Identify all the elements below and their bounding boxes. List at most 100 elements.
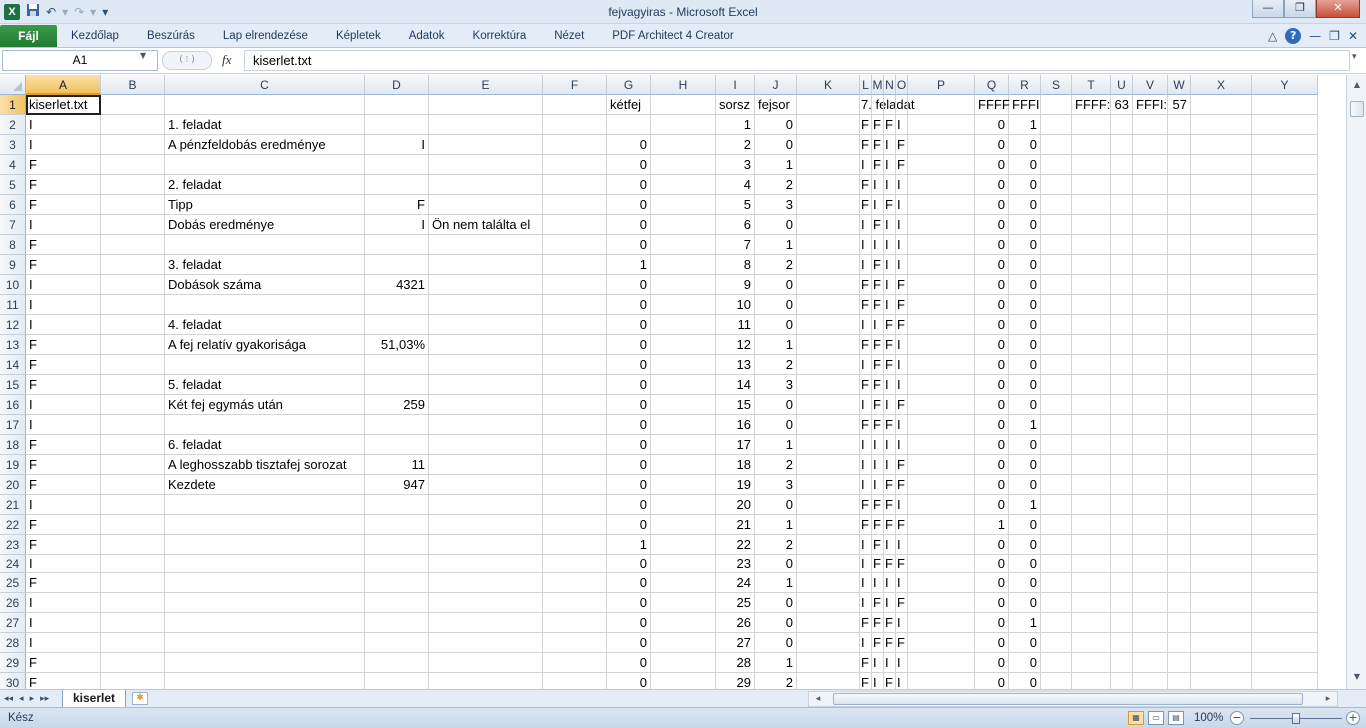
cell-j1[interactable]: fejsor — [755, 95, 797, 115]
cell-b24[interactable] — [101, 555, 165, 573]
cell-n19[interactable]: I — [884, 455, 896, 475]
cell-s10[interactable] — [1041, 275, 1072, 295]
cell-d28[interactable] — [365, 633, 429, 653]
cell-j15[interactable]: 3 — [755, 375, 797, 395]
cell-t29[interactable] — [1072, 653, 1111, 673]
cell-a5[interactable]: F — [26, 175, 101, 195]
cell-h23[interactable] — [651, 535, 716, 555]
cell-p3[interactable] — [908, 135, 975, 155]
cell-g17[interactable]: 0 — [607, 415, 651, 435]
cell-b12[interactable] — [101, 315, 165, 335]
zoom-out-icon[interactable]: − — [1230, 711, 1244, 725]
cell-r6[interactable]: 0 — [1009, 195, 1041, 215]
cell-h27[interactable] — [651, 613, 716, 633]
cell-i3[interactable]: 2 — [716, 135, 755, 155]
cell-m18[interactable]: I — [872, 435, 884, 455]
row-header[interactable]: 4 — [0, 155, 26, 175]
cell-f23[interactable] — [543, 535, 607, 555]
cell-j19[interactable]: 2 — [755, 455, 797, 475]
cell-i27[interactable]: 26 — [716, 613, 755, 633]
cell-w20[interactable] — [1168, 475, 1191, 495]
cell-b6[interactable] — [101, 195, 165, 215]
cell-w24[interactable] — [1168, 555, 1191, 573]
cell-r5[interactable]: 0 — [1009, 175, 1041, 195]
cell-g30[interactable]: 0 — [607, 673, 651, 689]
cell-r24[interactable]: 0 — [1009, 555, 1041, 573]
cell-l3[interactable]: F — [860, 135, 872, 155]
cell-p21[interactable] — [908, 495, 975, 515]
redo-dropdown-icon[interactable]: ▾ — [90, 3, 96, 21]
cell-w11[interactable] — [1168, 295, 1191, 315]
cell-g8[interactable]: 0 — [607, 235, 651, 255]
cell-m6[interactable]: I — [872, 195, 884, 215]
cell-j12[interactable]: 0 — [755, 315, 797, 335]
cell-q5[interactable]: 0 — [975, 175, 1009, 195]
row-header[interactable]: 29 — [0, 653, 26, 673]
cell-w6[interactable] — [1168, 195, 1191, 215]
cell-u30[interactable] — [1111, 673, 1133, 689]
cell-p23[interactable] — [908, 535, 975, 555]
cell-l16[interactable]: I — [860, 395, 872, 415]
cell-o4[interactable]: F — [896, 155, 908, 175]
cell-a7[interactable]: I — [26, 215, 101, 235]
cell-l21[interactable]: F — [860, 495, 872, 515]
cell-n23[interactable]: I — [884, 535, 896, 555]
cell-j17[interactable]: 0 — [755, 415, 797, 435]
cell-j3[interactable]: 0 — [755, 135, 797, 155]
vertical-scrollbar[interactable]: ▲ ▼ — [1346, 75, 1366, 689]
cell-d22[interactable] — [365, 515, 429, 535]
name-box-dropdown-icon[interactable]: ▼ — [140, 51, 146, 60]
scroll-left-icon[interactable]: ◂ — [811, 692, 825, 706]
cell-l22[interactable]: F — [860, 515, 872, 535]
select-all-button[interactable] — [0, 75, 26, 95]
row-header[interactable]: 16 — [0, 395, 26, 415]
cell-d1[interactable] — [365, 95, 429, 115]
cell-p24[interactable] — [908, 555, 975, 573]
cell-a27[interactable]: I — [26, 613, 101, 633]
cell-k25[interactable] — [797, 573, 860, 593]
cell-u21[interactable] — [1111, 495, 1133, 515]
cell-y28[interactable] — [1252, 633, 1318, 653]
cell-f18[interactable] — [543, 435, 607, 455]
cell-l28[interactable]: I — [860, 633, 872, 653]
cell-d8[interactable] — [365, 235, 429, 255]
cell-g13[interactable]: 0 — [607, 335, 651, 355]
cell-k19[interactable] — [797, 455, 860, 475]
cell-v10[interactable] — [1133, 275, 1168, 295]
cell-h24[interactable] — [651, 555, 716, 573]
horizontal-scroll-thumb[interactable] — [833, 693, 1303, 705]
cell-k2[interactable] — [797, 115, 860, 135]
cell-l14[interactable]: I — [860, 355, 872, 375]
cell-b21[interactable] — [101, 495, 165, 515]
cell-m15[interactable]: F — [872, 375, 884, 395]
cell-j2[interactable]: 0 — [755, 115, 797, 135]
row-header[interactable]: 18 — [0, 435, 26, 455]
vertical-scroll-thumb[interactable] — [1350, 101, 1364, 117]
cell-k27[interactable] — [797, 613, 860, 633]
cell-b23[interactable] — [101, 535, 165, 555]
cell-t24[interactable] — [1072, 555, 1111, 573]
cell-t11[interactable] — [1072, 295, 1111, 315]
cell-l9[interactable]: I — [860, 255, 872, 275]
cell-s23[interactable] — [1041, 535, 1072, 555]
cell-u26[interactable] — [1111, 593, 1133, 613]
cell-p20[interactable] — [908, 475, 975, 495]
cell-t26[interactable] — [1072, 593, 1111, 613]
cell-l7[interactable]: I — [860, 215, 872, 235]
cell-n14[interactable]: F — [884, 355, 896, 375]
cell-e21[interactable] — [429, 495, 543, 515]
cell-o21[interactable]: I — [896, 495, 908, 515]
cell-d29[interactable] — [365, 653, 429, 673]
cell-d7[interactable]: I — [365, 215, 429, 235]
cell-x20[interactable] — [1191, 475, 1252, 495]
cell-v6[interactable] — [1133, 195, 1168, 215]
undo-dropdown-icon[interactable]: ▾ — [62, 3, 68, 21]
cell-j22[interactable]: 1 — [755, 515, 797, 535]
cell-b25[interactable] — [101, 573, 165, 593]
cell-h3[interactable] — [651, 135, 716, 155]
column-header-o[interactable]: O — [896, 75, 908, 95]
cell-q3[interactable]: 0 — [975, 135, 1009, 155]
cell-y19[interactable] — [1252, 455, 1318, 475]
row-header[interactable]: 15 — [0, 375, 26, 395]
cell-o3[interactable]: F — [896, 135, 908, 155]
